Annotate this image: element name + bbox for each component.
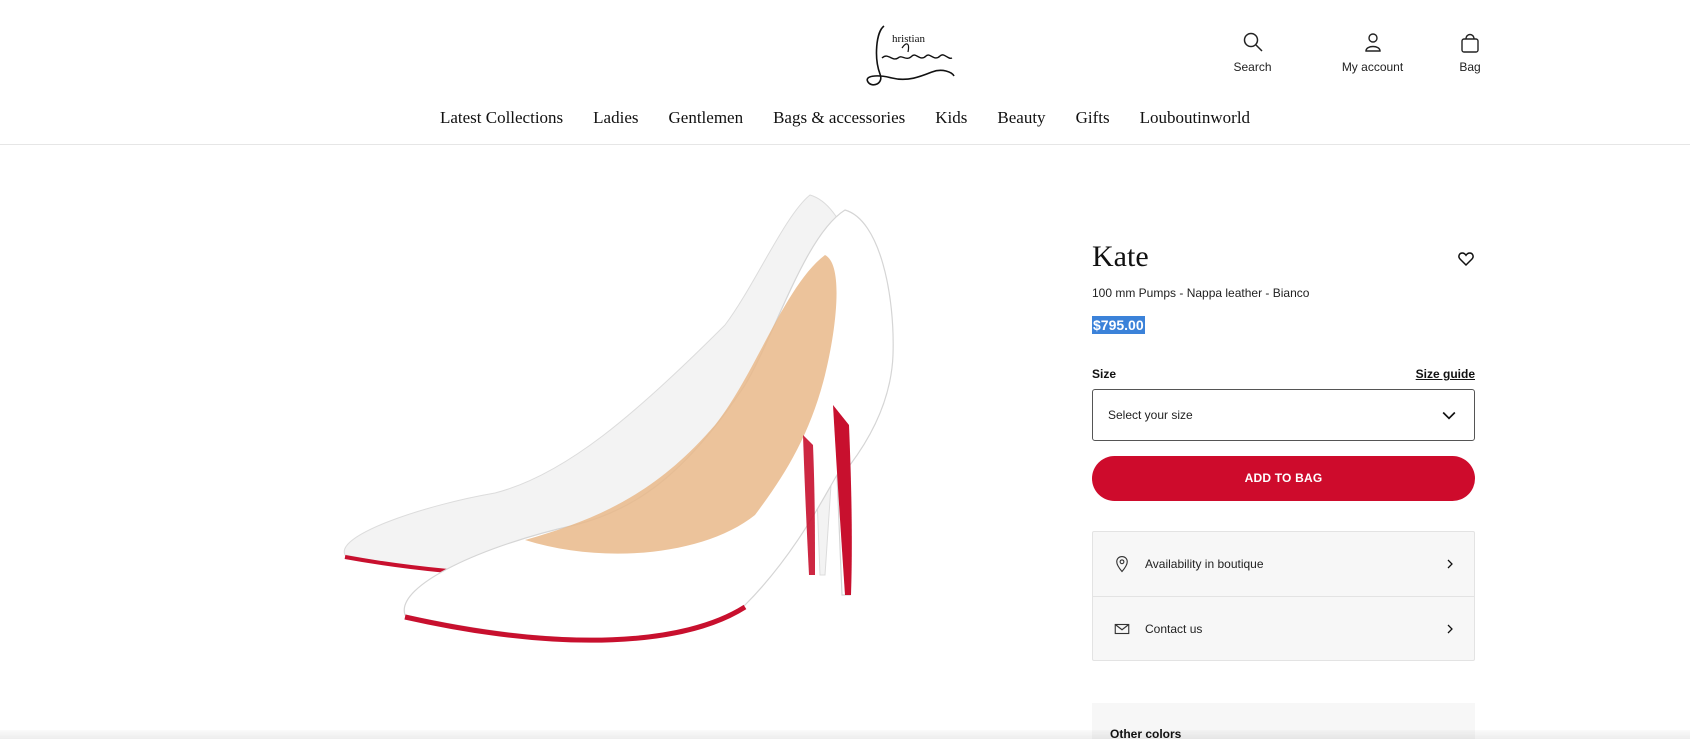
- heart-icon[interactable]: [1457, 250, 1475, 268]
- search-label: Search: [1233, 60, 1272, 74]
- bag-label: Bag: [1459, 60, 1481, 74]
- chevron-right-icon: [1447, 559, 1453, 569]
- product-image[interactable]: [305, 175, 1005, 730]
- search-icon: [1243, 32, 1263, 52]
- logo-script-mark: [866, 25, 955, 86]
- nav-item-bags-accessories[interactable]: Bags & accessories: [773, 108, 905, 128]
- nav-item-gentlemen[interactable]: Gentlemen: [669, 108, 744, 128]
- contact-us-label: Contact us: [1145, 622, 1203, 636]
- contact-us-row[interactable]: Contact us: [1093, 596, 1474, 660]
- chevron-right-icon: [1447, 624, 1453, 634]
- services-panel: Availability in boutique Contact us: [1092, 531, 1475, 661]
- chevron-down-icon: [1442, 411, 1456, 420]
- size-row: Size Size guide: [1092, 365, 1475, 381]
- user-icon: [1364, 33, 1381, 52]
- add-to-bag-button[interactable]: ADD TO BAG: [1092, 456, 1475, 501]
- bottom-fade: [0, 730, 1690, 739]
- header-account[interactable]: My account: [1315, 30, 1430, 74]
- size-label: Size: [1092, 367, 1117, 381]
- header-bag[interactable]: Bag: [1440, 30, 1500, 74]
- nav-item-kids[interactable]: Kids: [935, 108, 967, 128]
- product-description: 100 mm Pumps - Nappa leather - Bianco: [1092, 286, 1310, 300]
- location-pin-icon: [1116, 555, 1128, 573]
- size-select[interactable]: Select your size: [1092, 389, 1475, 441]
- nav-item-louboutinworld[interactable]: Louboutinworld: [1140, 108, 1251, 128]
- bag-icon: [1461, 33, 1479, 53]
- product-price: $795.00: [1092, 316, 1145, 334]
- mail-icon: [1114, 623, 1130, 635]
- site-header: hristian Search My account Bag Latest Co…: [0, 0, 1690, 145]
- size-select-placeholder: Select your size: [1108, 408, 1193, 422]
- nav-item-ladies[interactable]: Ladies: [593, 108, 638, 128]
- brand-logo[interactable]: hristian: [862, 18, 958, 90]
- product-title: Kate: [1092, 240, 1149, 273]
- header-search[interactable]: Search: [1220, 30, 1285, 74]
- account-label: My account: [1341, 60, 1404, 74]
- size-guide-link[interactable]: Size guide: [1416, 367, 1475, 381]
- main-nav: Latest Collections Ladies Gentlemen Bags…: [0, 108, 1690, 128]
- availability-in-boutique-row[interactable]: Availability in boutique: [1093, 532, 1474, 596]
- availability-label: Availability in boutique: [1145, 557, 1264, 571]
- product-info: Kate 100 mm Pumps - Nappa leather - Bian…: [1092, 240, 1475, 661]
- pump-shoe-illustration: [343, 194, 894, 643]
- nav-item-beauty[interactable]: Beauty: [997, 108, 1045, 128]
- nav-item-gifts[interactable]: Gifts: [1076, 108, 1110, 128]
- nav-item-latest-collections[interactable]: Latest Collections: [440, 108, 563, 128]
